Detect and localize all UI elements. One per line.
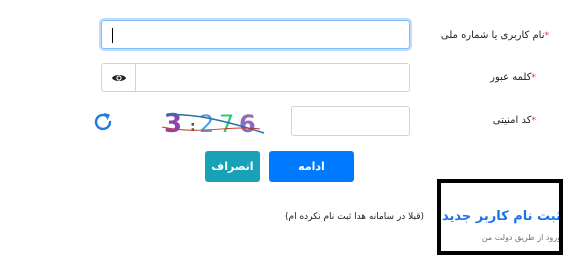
- register-subtext[interactable]: ورود از طریق دولت من: [482, 233, 559, 242]
- refresh-icon: [94, 113, 112, 131]
- required-mark: *: [531, 116, 537, 126]
- username-input[interactable]: [101, 20, 410, 49]
- text-caret: [112, 28, 113, 43]
- continue-button[interactable]: ادامه: [269, 151, 354, 182]
- username-label: *نام کاربری یا شماره ملی: [441, 30, 549, 41]
- show-password-button[interactable]: [101, 63, 136, 92]
- cancel-button[interactable]: انصراف: [205, 151, 260, 182]
- required-mark: *: [544, 31, 550, 41]
- captcha-label-text: کد امنیتی: [492, 115, 532, 126]
- captcha-input[interactable]: [291, 106, 410, 136]
- register-box: ثبت نام کاربر جدید ورود از طریق دولت من: [437, 179, 563, 255]
- captcha-image: 3 : 2 7 6: [161, 109, 265, 139]
- register-link[interactable]: ثبت نام کاربر جدید: [442, 209, 559, 224]
- password-label: *کلمه عبور: [490, 72, 536, 83]
- captcha-label: *کد امنیتی: [493, 115, 536, 126]
- required-mark: *: [531, 73, 537, 83]
- captcha-char: 2: [199, 110, 214, 138]
- password-label-text: کلمه عبور: [490, 72, 532, 83]
- register-note: (قبلا در سامانه هدا ثبت نام نکرده ام): [285, 212, 425, 222]
- captcha-char: :: [190, 119, 196, 135]
- refresh-captcha-button[interactable]: [91, 110, 115, 134]
- password-input[interactable]: [135, 63, 410, 92]
- username-label-text: نام کاربری یا شماره ملی: [440, 30, 545, 41]
- captcha-char: 3: [164, 109, 182, 139]
- eye-icon: [111, 74, 126, 81]
- captcha-char: 6: [239, 110, 256, 138]
